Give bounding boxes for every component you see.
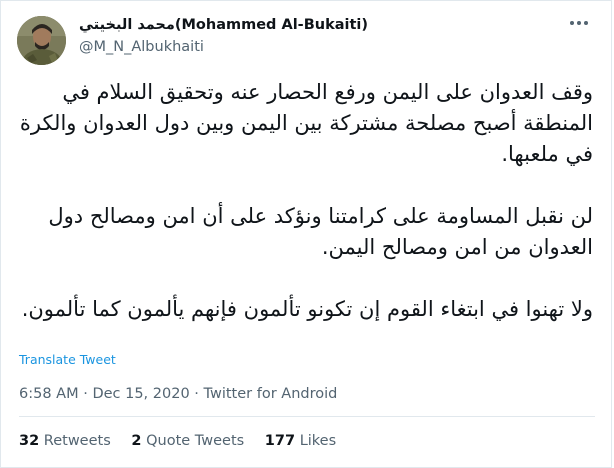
tweet-time[interactable]: 6:58 AM — [19, 386, 79, 402]
translate-tweet-link[interactable]: Translate Tweet — [19, 352, 116, 367]
likes-label: Likes — [299, 433, 337, 449]
tweet-card: محمد البخيتي(Mohammed Al-Bukaiti) @M_N_A… — [0, 0, 612, 468]
quote-tweets-count: 2 — [131, 433, 142, 449]
avatar-photo — [17, 16, 66, 65]
retweets-label: Retweets — [43, 433, 111, 449]
retweets-count: 32 — [19, 433, 40, 449]
meta-separator: · — [194, 386, 199, 402]
tweet-date[interactable]: Dec 15, 2020 — [92, 386, 189, 402]
divider — [19, 416, 595, 417]
tweet-paragraph: لن نقبل المساومة على كرامتنا ونؤكد على أ… — [48, 204, 593, 259]
tweet-paragraph: وقف العدوان على اليمن ورفع الحصار عنه وت… — [19, 80, 593, 166]
likes-count: 177 — [264, 433, 296, 449]
author-display-name[interactable]: محمد البخيتي(Mohammed Al-Bukaiti) — [79, 14, 549, 36]
author-handle[interactable]: @M_N_Albukhaiti — [79, 36, 549, 58]
retweets-stat[interactable]: 32 Retweets — [19, 433, 111, 449]
likes-stat[interactable]: 177 Likes — [265, 433, 336, 449]
avatar[interactable] — [17, 16, 66, 65]
tweet-meta: 6:58 AM · Dec 15, 2020 · Twitter for And… — [19, 386, 337, 402]
more-options-icon[interactable] — [567, 15, 591, 31]
tweet-source[interactable]: Twitter for Android — [204, 386, 338, 402]
tweet-text: وقف العدوان على اليمن ورفع الحصار عنه وت… — [19, 77, 593, 325]
tweet-paragraph: ولا تهنوا في ابتغاء القوم إن تكونو تألمو… — [21, 297, 593, 321]
quote-tweets-stat[interactable]: 2 Quote Tweets — [131, 433, 244, 449]
meta-separator: · — [83, 386, 88, 402]
tweet-stats: 32 Retweets 2 Quote Tweets 177 Likes — [19, 433, 352, 449]
quote-tweets-label: Quote Tweets — [146, 433, 245, 449]
author-block: محمد البخيتي(Mohammed Al-Bukaiti) @M_N_A… — [79, 14, 549, 58]
